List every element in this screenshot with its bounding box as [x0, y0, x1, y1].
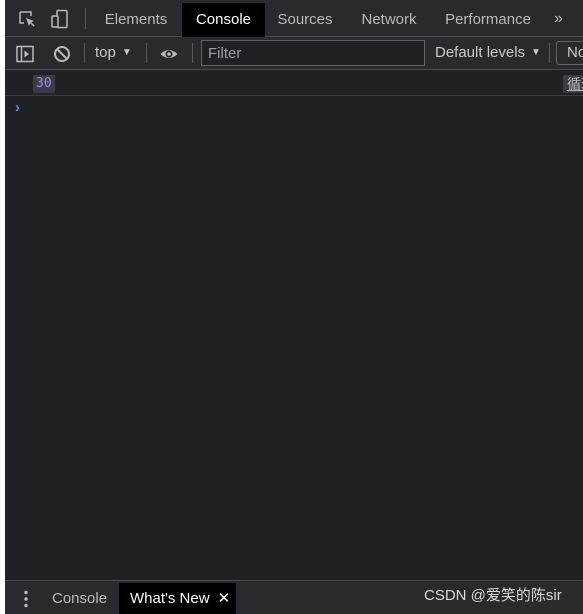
inspect-element-icon[interactable]: [17, 9, 37, 29]
log-source-link[interactable]: 循环: [563, 75, 583, 93]
prompt-chevron-icon: ›: [15, 99, 20, 116]
issues-button[interactable]: No Issues: [556, 41, 583, 65]
log-levels-label: Default levels: [435, 44, 526, 61]
clear-console-icon[interactable]: [52, 44, 72, 64]
toolbar-separator: [146, 43, 147, 63]
device-toolbar-icon[interactable]: [50, 9, 70, 29]
console-messages: 30 循环 ›: [5, 70, 583, 580]
caret-down-icon: ▼: [121, 47, 132, 58]
tab-elements[interactable]: Elements: [97, 3, 175, 37]
show-sidebar-icon[interactable]: [15, 44, 35, 64]
log-number-value: 30: [33, 75, 55, 93]
tab-sources[interactable]: Sources: [270, 3, 340, 37]
console-log-row: 30 循环: [5, 70, 583, 96]
drawer-tab-bar: Console What's New ✕ CSDN @爱笑的陈sir: [5, 580, 583, 614]
watermark: CSDN @爱笑的陈sir: [424, 587, 562, 604]
live-expression-icon[interactable]: [159, 44, 179, 64]
devtools-tab-bar: Elements Console Sources Network Perform…: [5, 0, 583, 37]
caret-down-icon: ▼: [531, 47, 541, 58]
drawer-tab-whats-new[interactable]: What's New ✕: [119, 583, 237, 614]
console-toolbar: top ▼ Default levels ▼ No Issues: [5, 37, 583, 70]
devtools-panel: Elements Console Sources Network Perform…: [5, 0, 583, 614]
close-icon[interactable]: ✕: [218, 583, 231, 614]
console-prompt[interactable]: ›: [5, 97, 583, 121]
toolbar-separator: [549, 43, 550, 63]
toolbar-separator: [192, 43, 193, 63]
filter-input[interactable]: [201, 40, 425, 66]
tab-console[interactable]: Console: [182, 3, 265, 37]
log-levels-selector[interactable]: Default levels ▼: [435, 42, 541, 64]
context-selector-label: top: [95, 44, 116, 61]
tab-bar-separator: [85, 8, 86, 29]
drawer-tab-whats-new-label: What's New: [130, 590, 210, 607]
toolbar-separator: [84, 43, 85, 63]
tab-network[interactable]: Network: [352, 3, 426, 37]
kebab-menu-icon[interactable]: [21, 589, 31, 609]
tab-performance[interactable]: Performance: [438, 3, 538, 37]
context-selector[interactable]: top ▼: [95, 42, 132, 64]
drawer-tab-console[interactable]: Console: [52, 583, 107, 614]
more-tabs-chevron-icon[interactable]: »: [554, 6, 563, 32]
